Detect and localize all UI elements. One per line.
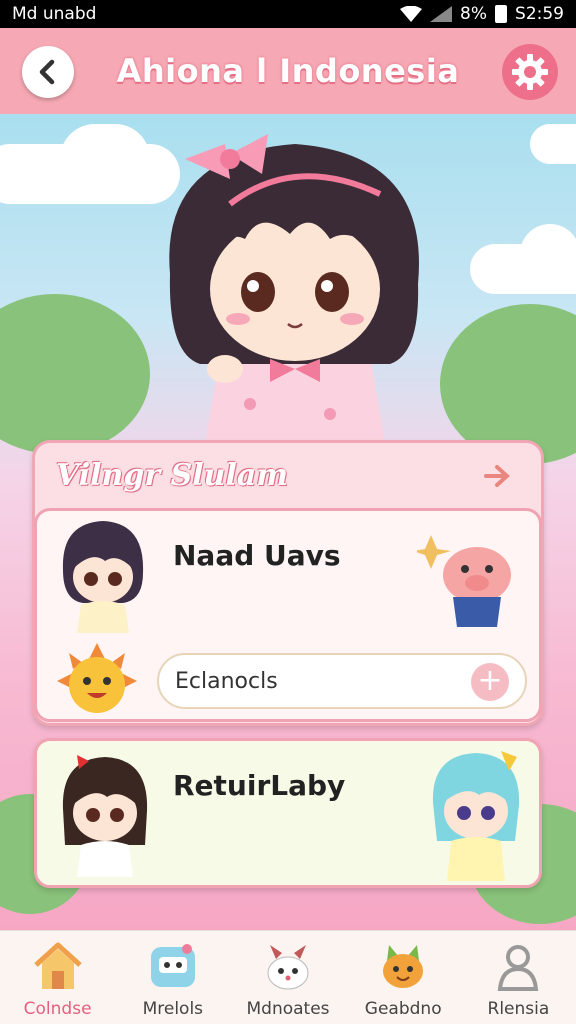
gear-icon bbox=[512, 54, 548, 90]
carrier-text: Md unabd bbox=[12, 4, 97, 24]
signal-icon bbox=[430, 6, 453, 22]
girl-avatar bbox=[62, 755, 148, 877]
nav-item-bunny[interactable]: Mdnoates bbox=[230, 931, 345, 1024]
friend-card[interactable]: RetuirLaby bbox=[34, 738, 542, 888]
add-button[interactable]: + bbox=[471, 663, 509, 701]
nav-item-home[interactable]: Colndse bbox=[0, 931, 115, 1024]
chevron-left-icon bbox=[39, 59, 55, 85]
nav-item-fox[interactable]: Geabdno bbox=[346, 931, 461, 1024]
panel-header[interactable]: Vilngr Slulam bbox=[36, 443, 542, 507]
nav-label: Geabdno bbox=[364, 999, 442, 1019]
nav-label: Mrelols bbox=[142, 999, 204, 1019]
fox-icon bbox=[375, 939, 431, 995]
wifi-icon bbox=[400, 6, 423, 22]
cloud bbox=[520, 224, 576, 284]
chevron-right-icon[interactable] bbox=[482, 463, 512, 489]
item-search-field[interactable]: Eclanocls + bbox=[157, 653, 527, 709]
friend-card[interactable]: Naad Uavs Eclanocls + bbox=[34, 508, 542, 722]
main-character-illustration bbox=[169, 134, 419, 444]
sun-sticker bbox=[57, 643, 137, 713]
nav-label: Rlensia bbox=[487, 999, 550, 1019]
friend-name: Naad Uavs bbox=[173, 539, 341, 572]
robot-icon bbox=[145, 939, 201, 995]
clock: S2:59 bbox=[515, 4, 564, 24]
home-icon bbox=[30, 939, 86, 995]
nav-label: Colndse bbox=[23, 999, 92, 1019]
settings-button[interactable] bbox=[502, 44, 558, 100]
bottom-nav: Colndse Mrelols Mdnoates Geabdno Rlensia bbox=[0, 930, 576, 1024]
app-header: Ahiona l Indonesia bbox=[0, 28, 576, 114]
back-button[interactable] bbox=[22, 46, 74, 98]
panel-title: Vilngr Slulam bbox=[56, 457, 289, 493]
nav-label: Mdnoates bbox=[246, 999, 330, 1019]
item-search-value: Eclanocls bbox=[175, 668, 278, 694]
blue-hair-girl-sticker bbox=[432, 751, 520, 881]
cloud bbox=[60, 124, 150, 194]
battery-icon bbox=[495, 5, 508, 23]
bush bbox=[0, 294, 150, 454]
status-bar: Md unabd 8% S2:59 bbox=[0, 0, 576, 28]
nav-item-robot[interactable]: Mrelols bbox=[115, 931, 230, 1024]
friend-name: RetuirLaby bbox=[173, 769, 346, 802]
person-icon bbox=[490, 939, 546, 995]
girl-avatar bbox=[62, 521, 144, 633]
cloud bbox=[530, 124, 576, 164]
page-title: Ahiona l Indonesia bbox=[116, 52, 460, 90]
nav-item-person[interactable]: Rlensia bbox=[461, 931, 576, 1024]
battery-percent: 8% bbox=[460, 4, 488, 24]
pink-pig-sticker bbox=[417, 535, 511, 627]
bunny-icon bbox=[260, 939, 316, 995]
